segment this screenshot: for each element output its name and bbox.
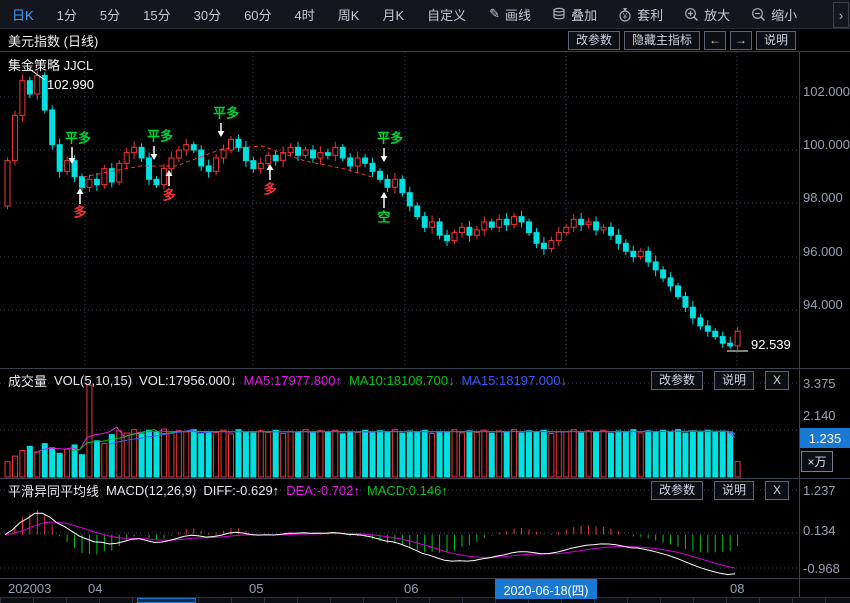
axis-tick-label: 94.000 [803,297,843,312]
zoom-in-button[interactable]: 放大 [684,5,730,24]
signal-label-平多: 平多 [147,126,173,145]
low-price-label: 92.539 [751,337,791,352]
zoom-out-label: 缩小 [771,5,797,24]
svg-text:¥: ¥ [622,12,628,21]
timeframe-月K[interactable]: 月K [382,5,404,24]
macd-close-button[interactable]: X [765,481,789,500]
volume-close-button[interactable]: X [765,371,789,390]
zoom-in-label: 放大 [704,5,730,24]
xaxis-divider [0,578,850,579]
signal-label-平多: 平多 [377,128,403,147]
bottom-scroll-strip[interactable] [0,597,850,603]
scroll-thumb[interactable] [137,598,196,603]
time-axis-label: 202003 [8,581,51,596]
volume-unit-box: ×万 [801,451,833,472]
axis-tick-label: 2.140 [803,408,836,423]
moneybag-icon: ¥ [618,7,632,22]
signal-label-空: 空 [377,207,390,226]
axis-tick-label: 96.000 [803,244,843,259]
macd-pane-header: 平滑异同平均线 MACD(12,26,9) DIFF:-0.629↑ DEA:-… [0,479,850,501]
instrument-title: 美元指数 (日线) [8,31,98,50]
axis-tick-label: 0.134 [803,523,836,538]
axis-tick-label: 100.000 [803,137,850,152]
time-axis-label: 06 [404,581,418,596]
top-toolbar: 日K 1分 5分 15分 30分 60分 4时 周K 月K 自定义 ✎ 画线 叠加 ¥ 套利 [0,0,850,29]
timeframe-日K[interactable]: 日K [12,5,34,24]
volume-ma15: MA15:18197.000↓ [461,373,567,388]
draw-line-label: 画线 [505,5,531,24]
hide-indicator-button[interactable]: 隐藏主指标 [624,31,700,50]
macd-formula: MACD(12,26,9) [106,483,196,498]
main-chart-header: 美元指数 (日线) 改参数 隐藏主指标 ← → 说明 [0,29,850,52]
timeframe-list: 日K 1分 5分 15分 30分 60分 4时 周K 月K 自定义 [12,5,489,24]
signal-label-多: 多 [162,185,175,204]
timeframe-15分[interactable]: 15分 [143,5,170,24]
timeframe-30分[interactable]: 30分 [194,5,221,24]
time-axis-label: 08 [730,581,744,596]
volume-change-params-button[interactable]: 改参数 [651,371,703,390]
volume-pane-header: 成交量 VOL(5,10,15) VOL:17956.000↓ MA5:1797… [0,369,850,391]
next-arrow-button[interactable]: → [730,31,752,50]
axis-tick-label: -0.968 [803,561,840,576]
time-axis-label: 04 [88,581,102,596]
macd-header-buttons: 改参数 说明 X [647,481,796,500]
signal-label-平多: 平多 [213,103,239,122]
signal-label-多: 多 [73,202,86,221]
volume-ma5: MA5:17977.800↑ [244,373,342,388]
zoom-out-button[interactable]: 缩小 [751,5,797,24]
timeframe-60分[interactable]: 60分 [244,5,271,24]
pencil-icon: ✎ [489,6,500,22]
timeframe-1分[interactable]: 1分 [57,5,77,24]
signal-label-平多: 平多 [65,128,91,147]
arbitrage-button[interactable]: ¥ 套利 [618,5,663,24]
macd-bar-value: MACD:0.146↑ [367,483,448,498]
macd-pane-title: 平滑异同平均线 [8,481,99,500]
macd-change-params-button[interactable]: 改参数 [651,481,703,500]
timeframe-4时[interactable]: 4时 [295,5,315,24]
selected-date-box[interactable]: 2020-06-18(四) [495,579,597,599]
magnifier-plus-icon [684,7,699,22]
volume-current-value-badge: 1.235 [800,428,850,448]
strategy-label: 集金策略 JJCL [8,55,93,74]
macd-dea-value: DEA:-0.702↑ [286,483,360,498]
main-help-button[interactable]: 说明 [756,31,796,50]
volume-ma10: MA10:18108.700↓ [349,373,455,388]
time-axis-label: 05 [249,581,263,596]
change-params-button[interactable]: 改参数 [568,31,620,50]
volume-help-button[interactable]: 说明 [714,371,754,390]
draw-line-button[interactable]: ✎ 画线 [489,5,531,24]
volume-formula: VOL(5,10,15) [54,373,132,388]
chart-canvas [0,0,850,603]
overlay-label: 叠加 [571,5,597,24]
timeframe-5分[interactable]: 5分 [100,5,120,24]
axis-divider [799,51,800,597]
timeframe-自定义[interactable]: 自定义 [427,5,466,24]
volume-pane-title: 成交量 [8,371,47,390]
layers-icon [552,7,566,21]
macd-diff-value: DIFF:-0.629↑ [203,483,279,498]
main-header-buttons: 改参数 隐藏主指标 ← → 说明 [564,31,796,50]
peak-price-label: 102.990 [47,77,94,92]
axis-tick-label: 3.375 [803,376,836,391]
trading-app: 日K 1分 5分 15分 30分 60分 4时 周K 月K 自定义 ✎ 画线 叠加 ¥ 套利 [0,0,850,603]
magnifier-minus-icon [751,7,766,22]
volume-header-buttons: 改参数 说明 X [647,371,796,390]
volume-value: VOL:17956.000↓ [139,373,237,388]
overlay-button[interactable]: 叠加 [552,5,597,24]
arbitrage-label: 套利 [637,5,663,24]
signal-label-多: 多 [263,179,276,198]
macd-help-button[interactable]: 说明 [714,481,754,500]
axis-tick-label: 1.237 [803,483,836,498]
toolbar-more-button[interactable]: › [833,2,849,28]
axis-tick-label: 98.000 [803,190,843,205]
axis-tick-label: 102.000 [803,84,850,99]
timeframe-周K[interactable]: 周K [338,5,360,24]
prev-arrow-button[interactable]: ← [704,31,726,50]
